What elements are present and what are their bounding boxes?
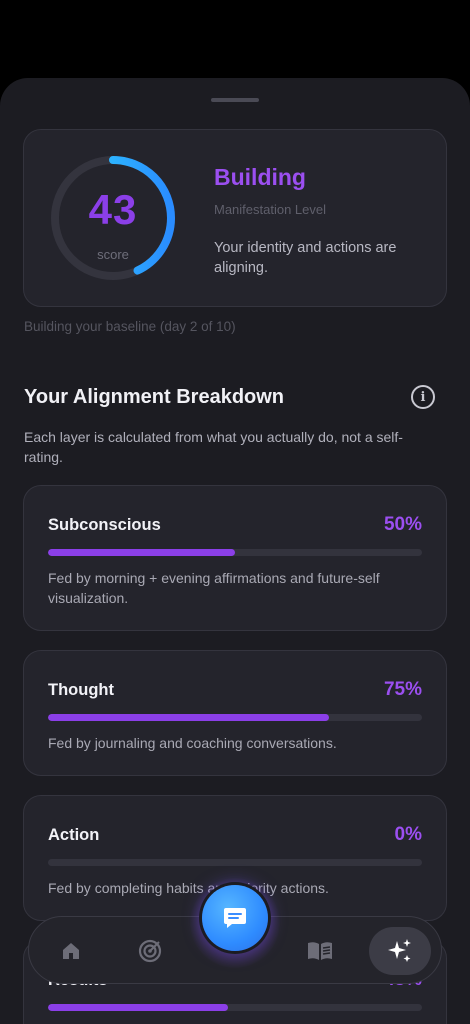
layer-progress-fill xyxy=(48,1004,228,1011)
layer-progress-fill xyxy=(48,549,235,556)
score-label: score xyxy=(97,247,129,262)
level-description: Your identity and actions are aligning. xyxy=(214,240,397,276)
breakdown-description: Each layer is calculated from what you a… xyxy=(24,429,403,465)
layer-percent: 75% xyxy=(383,679,422,700)
layer-progress-bar xyxy=(48,1004,422,1011)
layer-card-subconscious: Subconscious 50% Fed by morning + evenin… xyxy=(23,485,447,631)
score-card: 43 score Building Manifestation Level Yo… xyxy=(23,129,447,307)
level-title: Building xyxy=(214,164,306,190)
chat-icon xyxy=(224,908,246,928)
baseline-note: Building your baseline (day 2 of 10) xyxy=(24,319,236,334)
sparkles-icon[interactable] xyxy=(369,927,431,975)
score-value: 43 xyxy=(88,186,138,233)
layer-percent: 0% xyxy=(394,824,422,845)
journal-icon[interactable] xyxy=(298,929,342,973)
layer-progress-bar xyxy=(48,549,422,556)
layer-card-thought: Thought 75% Fed by journaling and coachi… xyxy=(23,650,447,776)
layer-progress-bar xyxy=(48,714,422,721)
info-icon[interactable]: i xyxy=(411,385,435,409)
breakdown-title: Your Alignment Breakdown xyxy=(24,386,285,408)
layer-description: Fed by journaling and coaching conversat… xyxy=(48,735,337,751)
sheet-drag-handle[interactable] xyxy=(211,98,259,102)
target-icon[interactable] xyxy=(128,929,172,973)
layer-progress-bar xyxy=(48,859,422,866)
layer-percent: 50% xyxy=(383,514,422,535)
chat-button[interactable] xyxy=(202,885,268,951)
level-subtitle: Manifestation Level xyxy=(214,202,327,217)
layer-name: Subconscious xyxy=(48,516,161,534)
layer-description: Fed by morning + evening affirmations an… xyxy=(48,570,380,606)
layer-progress-fill xyxy=(48,714,329,721)
layer-name: Action xyxy=(48,826,100,844)
layer-name: Thought xyxy=(48,681,114,699)
home-icon[interactable] xyxy=(49,929,93,973)
